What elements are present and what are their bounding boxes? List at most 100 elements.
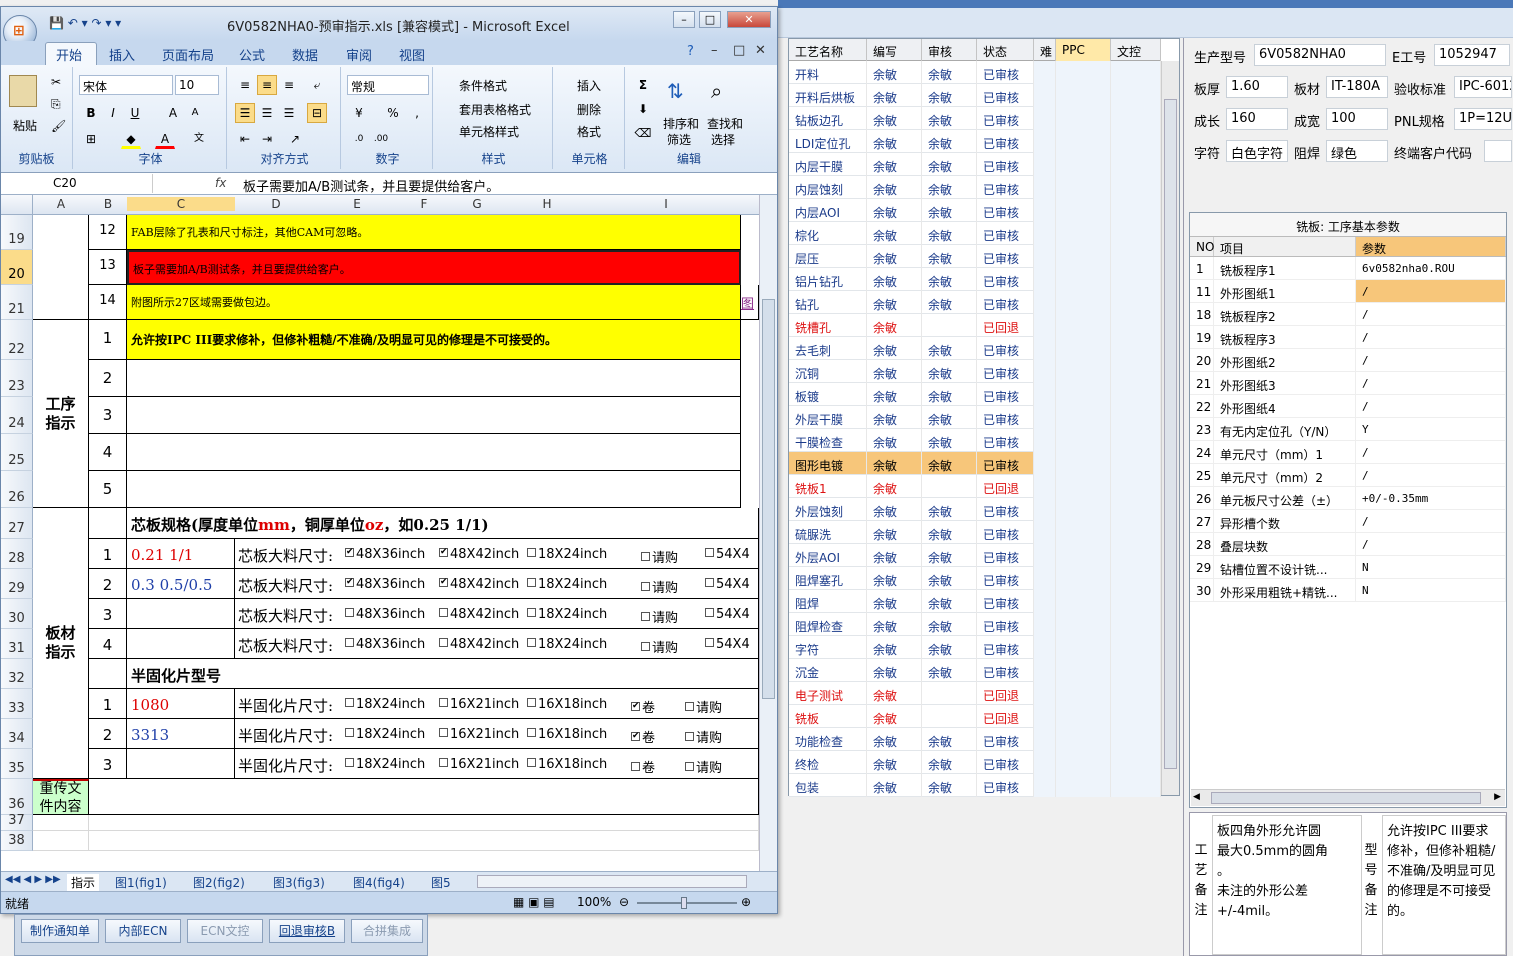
col-header-f[interactable]: F <box>397 197 451 211</box>
process-row[interactable]: 终检 余敏 余敏 已审核 <box>789 751 1161 774</box>
col-status[interactable]: 状态 <box>977 39 1034 61</box>
core-option[interactable]: 请购 <box>641 607 678 626</box>
col-no[interactable]: NO <box>1190 237 1214 256</box>
param-value[interactable]: 6v0582nha0.ROU <box>1356 257 1506 279</box>
core-option[interactable]: 18X24inch <box>527 577 607 592</box>
checkbox-icon[interactable]: ✔ <box>345 578 354 587</box>
sort-filter-icon[interactable]: ⇅ <box>667 79 684 103</box>
maximize-button[interactable]: □ <box>699 11 721 28</box>
core-option[interactable]: 18X24inch <box>527 607 607 622</box>
sheet-tab-instr[interactable]: 指示 <box>67 874 100 891</box>
param-row[interactable]: 26 单元板尺寸公差（±） +0/-0.35mm <box>1190 487 1506 510</box>
row-header[interactable]: 24 <box>1 397 33 434</box>
checkbox-icon[interactable]: ✔ <box>439 578 448 587</box>
checkbox-icon[interactable] <box>527 578 536 587</box>
core-option[interactable]: 18X24inch <box>527 637 607 652</box>
zoom-level[interactable]: 100% <box>577 895 611 909</box>
tab-review[interactable]: 审阅 <box>346 45 372 64</box>
tab-formulas[interactable]: 公式 <box>239 45 265 64</box>
checkbox-icon[interactable] <box>685 762 694 771</box>
process-row[interactable]: 铝片钻孔 余敏 余敏 已审核 <box>789 268 1161 291</box>
row-header[interactable]: 37 <box>1 813 33 831</box>
checkbox-icon[interactable] <box>345 698 354 707</box>
merge-integrate-button[interactable]: 合拼集成 <box>351 919 423 943</box>
process-row[interactable]: 开料 余敏 余敏 已审核 <box>789 61 1161 84</box>
clear-icon[interactable]: ⌫ <box>633 123 653 143</box>
checkbox-icon[interactable] <box>439 728 448 737</box>
pp-option[interactable]: 请购 <box>685 727 722 746</box>
checkbox-icon[interactable] <box>439 638 448 647</box>
instr-text[interactable]: 板子需要加A/B测试条，并且要提供给客户。 <box>127 250 741 285</box>
eno-field[interactable]: 1052947 <box>1434 44 1510 66</box>
row-header[interactable]: 25 <box>1 434 33 471</box>
row-header[interactable]: 19 <box>1 215 33 250</box>
param-value[interactable]: / <box>1356 533 1506 555</box>
char-field[interactable]: 白色字符 <box>1226 140 1288 162</box>
wrap-text-icon[interactable]: ⤶ <box>307 75 327 95</box>
param-row[interactable]: 28 叠层块数 / <box>1190 533 1506 556</box>
pnl-field[interactable]: 1P=12U <box>1454 108 1512 130</box>
merge-center-icon[interactable]: ⊟ <box>307 103 327 123</box>
autosum-icon[interactable]: Σ <box>633 75 653 95</box>
param-value[interactable]: / <box>1356 303 1506 325</box>
fill-icon[interactable]: ⬇ <box>633 99 653 119</box>
instr-text[interactable]: FAB层除了孔表和尺寸标注，其他CAM可忽略。 <box>127 215 741 250</box>
param-value[interactable]: / <box>1356 464 1506 486</box>
checkbox-icon[interactable] <box>527 638 536 647</box>
param-row[interactable]: 1 铣板程序1 6v0582nha0.ROU <box>1190 257 1506 280</box>
process-grid-scrollbar[interactable] <box>1161 61 1179 795</box>
align-bottom-icon[interactable]: ≡ <box>279 75 299 95</box>
checkbox-icon[interactable] <box>685 732 694 741</box>
length-field[interactable]: 160 <box>1226 108 1288 130</box>
process-row[interactable]: 干膜检查 余敏 余敏 已审核 <box>789 429 1161 452</box>
table-format-button[interactable]: 套用表格格式 <box>459 101 531 118</box>
view-buttons-icon[interactable]: ▦ ▣ ▤ <box>513 895 555 909</box>
formula-input[interactable]: 板子需要加A/B测试条，并且要提供给客户。 <box>243 176 499 195</box>
pp-option[interactable]: 16X21inch <box>439 697 519 712</box>
param-row[interactable]: 20 外形图纸2/ <box>1190 349 1506 372</box>
find-select-icon[interactable]: ⌕ <box>711 79 722 103</box>
sheet-tab-fig4[interactable]: 图4(fig4) <box>353 874 405 891</box>
blank-cell[interactable] <box>89 815 759 831</box>
process-row[interactable]: 阻焊检查 余敏 余敏 已审核 <box>789 613 1161 636</box>
border-icon[interactable]: ⊞ <box>81 129 101 149</box>
tab-data[interactable]: 数据 <box>292 45 318 64</box>
row-header[interactable]: 27 <box>1 508 33 539</box>
checkbox-icon[interactable] <box>705 578 714 587</box>
font-size-combo[interactable]: 10 <box>175 75 219 95</box>
fill-color-icon[interactable]: ◆ <box>121 129 141 149</box>
blank-cell[interactable] <box>33 815 89 831</box>
pp-option[interactable]: 16X18inch <box>527 727 607 742</box>
tab-insert[interactable]: 插入 <box>109 45 135 64</box>
align-top-icon[interactable]: ≡ <box>235 75 255 95</box>
checkbox-icon[interactable] <box>527 608 536 617</box>
model-field[interactable]: 6V0582NHA0 <box>1254 44 1386 66</box>
checkbox-icon[interactable] <box>527 728 536 737</box>
col-header-e[interactable]: E <box>317 197 397 211</box>
align-middle-icon[interactable]: ≡ <box>257 75 277 95</box>
zoom-slider[interactable] <box>637 902 737 904</box>
row-header[interactable]: 30 <box>1 599 33 629</box>
param-value[interactable]: / <box>1356 510 1506 532</box>
sort-filter-button-1[interactable]: 排序和 <box>663 115 699 132</box>
ribbon-min-icon[interactable]: – <box>711 43 718 58</box>
checkbox-icon[interactable] <box>705 608 714 617</box>
upload-content[interactable] <box>89 779 759 815</box>
row-header[interactable]: 20 <box>1 250 33 285</box>
col-param[interactable]: 参数 <box>1356 237 1506 256</box>
core-option[interactable]: 请购 <box>641 547 678 566</box>
process-row[interactable]: 棕化 余敏 余敏 已审核 <box>789 222 1161 245</box>
row-header[interactable]: 28 <box>1 539 33 569</box>
sheet-tab-fig1[interactable]: 图1(fig1) <box>115 874 167 891</box>
col-process-name[interactable]: 工艺名称 <box>789 39 867 61</box>
decrease-decimal-icon[interactable]: .00 <box>371 129 391 149</box>
row-header[interactable]: 32 <box>1 659 33 689</box>
pp-option[interactable]: 16X21inch <box>439 757 519 772</box>
process-row[interactable]: 层压 余敏 余敏 已审核 <box>789 245 1161 268</box>
core-option[interactable]: 18X24inch <box>527 547 607 562</box>
checkbox-icon[interactable] <box>527 548 536 557</box>
core-option[interactable]: ✔ 48X42inch <box>439 547 519 562</box>
format-cells-button[interactable]: 格式 <box>577 123 601 140</box>
tab-page-layout[interactable]: 页面布局 <box>162 45 214 64</box>
process-row[interactable]: LDI定位孔 余敏 余敏 已审核 <box>789 130 1161 153</box>
